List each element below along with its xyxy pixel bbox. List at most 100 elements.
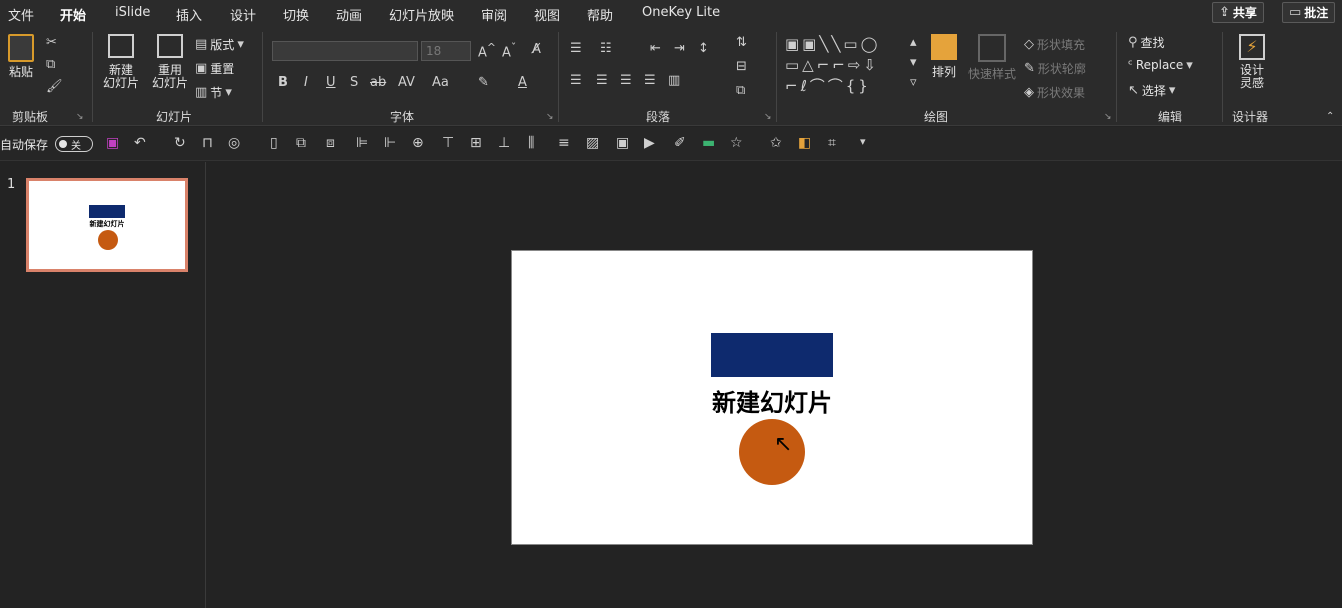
tab-file[interactable]: 文件: [8, 5, 34, 24]
gallery-more-icon[interactable]: ▿: [910, 76, 917, 89]
align-middle-icon[interactable]: ⊞: [470, 136, 482, 150]
format-painter-icon[interactable]: 🖌: [46, 80, 63, 93]
clear-format-icon[interactable]: A̸: [532, 43, 541, 56]
italic-icon[interactable]: I: [304, 76, 308, 89]
tab-onekey[interactable]: OneKey Lite: [642, 5, 720, 20]
tab-review[interactable]: 审阅: [481, 5, 507, 24]
font-name-input[interactable]: [272, 41, 418, 61]
drawing-launcher-icon[interactable]: ↘: [1104, 112, 1112, 122]
line-spacing-icon[interactable]: ↕: [698, 42, 709, 55]
font-color-icon[interactable]: A: [518, 76, 527, 89]
clipboard-launcher-icon[interactable]: ↘: [76, 112, 84, 122]
shrink-font-icon[interactable]: Aˇ: [502, 42, 516, 59]
shape-outline-button[interactable]: ✎ 形状轮廓: [1024, 60, 1086, 77]
redo-icon[interactable]: ↻: [174, 136, 186, 150]
save-icon[interactable]: ▣: [106, 136, 119, 150]
spacing-icon[interactable]: AV: [398, 76, 415, 89]
text-direction-icon[interactable]: ⇅: [736, 36, 747, 49]
tab-islide[interactable]: iSlide: [115, 5, 150, 20]
undo-icon[interactable]: ↶: [134, 136, 146, 150]
reuse-slides-button[interactable]: 重用 幻灯片: [150, 34, 190, 90]
distribute-v-icon[interactable]: ≡: [558, 136, 570, 150]
autosave-toggle[interactable]: 关: [55, 136, 93, 152]
select-button[interactable]: ↖ 选择 ▾: [1128, 82, 1175, 99]
tab-help[interactable]: 帮助: [587, 5, 613, 24]
designer-button[interactable]: ⚡ 设计 灵感: [1232, 34, 1272, 90]
align-right-icon[interactable]: ☰: [620, 74, 632, 87]
smartart-icon[interactable]: ⧉: [736, 84, 745, 97]
reset-button[interactable]: ▣ 重置: [195, 60, 234, 77]
bullets-icon[interactable]: ☰: [570, 42, 582, 55]
gallery-up-icon[interactable]: ▴: [910, 36, 917, 49]
blue-rectangle-shape[interactable]: [711, 333, 833, 377]
quick-styles-button[interactable]: 快速样式: [966, 34, 1018, 81]
find-button[interactable]: ⚲ 查找: [1128, 34, 1165, 51]
tab-insert[interactable]: 插入: [176, 5, 202, 24]
font-launcher-icon[interactable]: ↘: [546, 112, 554, 122]
gallery-down-icon[interactable]: ▾: [910, 56, 917, 69]
tab-slideshow[interactable]: 幻灯片放映: [389, 5, 454, 24]
shadow-icon[interactable]: S: [350, 76, 358, 89]
group-icon[interactable]: ⧉: [296, 136, 306, 150]
strikethrough-icon[interactable]: ab: [370, 76, 386, 89]
bold-icon[interactable]: B: [278, 76, 288, 89]
align-center-obj-icon[interactable]: ⊕: [412, 136, 424, 150]
columns-icon[interactable]: ▥: [668, 74, 680, 87]
presentation-icon[interactable]: ⊓: [202, 136, 213, 150]
collapse-ribbon-icon[interactable]: ⌃: [1326, 112, 1334, 122]
align-right-obj-icon[interactable]: ⊩: [384, 136, 396, 150]
video-icon[interactable]: ▶: [644, 136, 655, 150]
textbox-icon[interactable]: ▣: [616, 136, 629, 150]
shape-effects-button[interactable]: ◈ 形状效果: [1024, 84, 1085, 101]
star-outline-icon[interactable]: ✩: [770, 136, 782, 150]
comment-button[interactable]: ▭ 批注: [1282, 2, 1336, 23]
crop-icon[interactable]: ⌗: [828, 136, 836, 150]
align-text-icon[interactable]: ⊟: [736, 60, 747, 73]
paragraph-launcher-icon[interactable]: ↘: [764, 112, 772, 122]
customize-qat-icon[interactable]: ▾: [860, 136, 866, 147]
slide-thumbnail[interactable]: 新建幻灯片: [26, 178, 188, 272]
orange-circle-shape[interactable]: [739, 419, 805, 485]
tab-animations[interactable]: 动画: [336, 5, 362, 24]
underline-icon[interactable]: U: [326, 76, 336, 89]
shape-fill-button[interactable]: ◇ 形状填充: [1024, 36, 1085, 53]
bring-forward-icon[interactable]: ⧈: [326, 136, 335, 150]
tab-view[interactable]: 视图: [534, 5, 560, 24]
replace-button[interactable]: ᶜ Replace ▾: [1128, 58, 1193, 72]
picture-icon[interactable]: ▨: [586, 136, 599, 150]
grow-font-icon[interactable]: A^: [478, 42, 496, 59]
align-bottom-icon[interactable]: ⊥: [498, 136, 510, 150]
distribute-h-icon[interactable]: ⫼: [528, 136, 534, 150]
decrease-indent-icon[interactable]: ⇤: [650, 42, 661, 55]
share-button[interactable]: ⇪ 共享: [1212, 2, 1264, 23]
align-left-obj-icon[interactable]: ⊫: [356, 136, 368, 150]
ruler-icon[interactable]: ▬: [702, 136, 715, 150]
new-file-icon[interactable]: ▯: [270, 136, 278, 150]
highlight-shape-icon[interactable]: ◧: [798, 136, 811, 150]
star-icon[interactable]: ☆: [730, 136, 743, 150]
tab-home[interactable]: 开始: [60, 5, 87, 28]
justify-icon[interactable]: ☰: [644, 74, 656, 87]
layout-button[interactable]: ▤ 版式 ▾: [195, 36, 244, 53]
shape-union-icon[interactable]: ◎: [228, 136, 240, 150]
cut-icon[interactable]: ✂: [46, 36, 57, 49]
tab-design[interactable]: 设计: [230, 5, 256, 24]
paste-button[interactable]: 粘贴: [6, 34, 36, 79]
slide-canvas[interactable]: 新建幻灯片 ↖: [511, 250, 1033, 545]
align-left-icon[interactable]: ☰: [570, 74, 582, 87]
increase-indent-icon[interactable]: ⇥: [674, 42, 685, 55]
font-size-input[interactable]: 18: [421, 41, 471, 61]
new-slide-button[interactable]: 新建 幻灯片: [98, 34, 144, 90]
tab-transitions[interactable]: 切换: [283, 5, 309, 24]
arrange-button[interactable]: 排列: [928, 34, 960, 79]
numbering-icon[interactable]: ☷: [600, 42, 612, 55]
format-painter-icon[interactable]: ✐: [674, 136, 686, 150]
copy-icon[interactable]: ⧉: [46, 58, 55, 71]
align-center-icon[interactable]: ☰: [596, 74, 608, 87]
slide-title[interactable]: 新建幻灯片: [662, 383, 882, 418]
section-button[interactable]: ▥ 节 ▾: [195, 84, 232, 101]
highlight-icon[interactable]: ✎: [478, 76, 489, 89]
shapes-gallery[interactable]: ▣▣╲╲▭◯ ▭△⌐⌐⇨⇩ ⌐ℓ⌒⌒{}: [785, 34, 905, 96]
align-top-icon[interactable]: ⊤: [442, 136, 454, 150]
change-case-icon[interactable]: Aa: [432, 76, 449, 89]
